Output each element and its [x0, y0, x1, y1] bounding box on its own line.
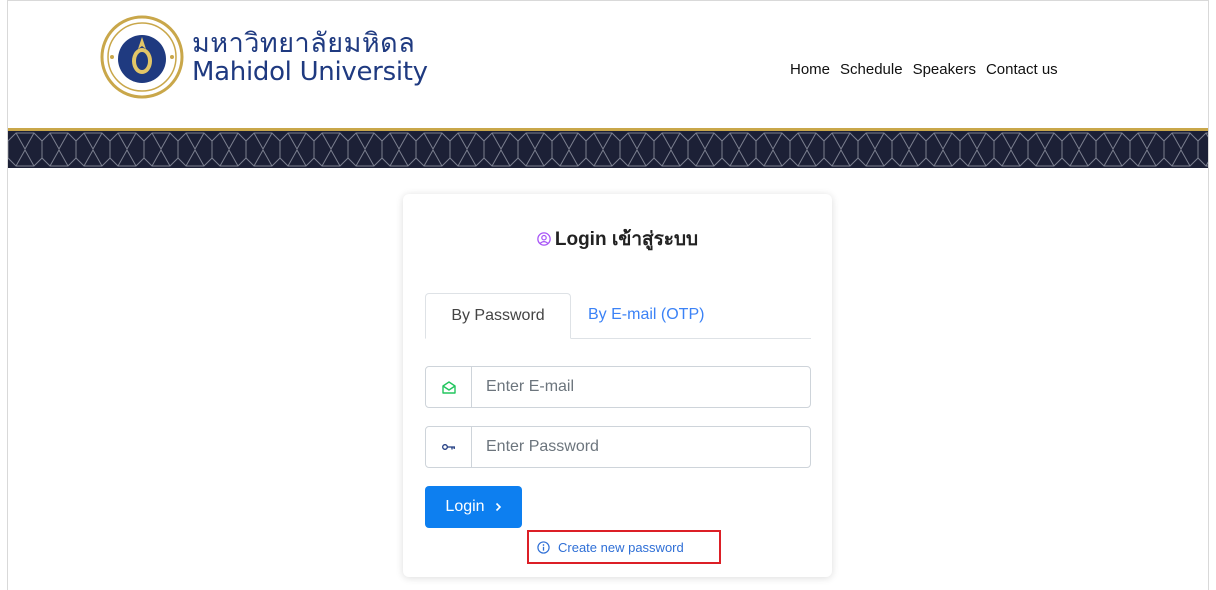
tab-by-password[interactable]: By Password [425, 293, 571, 339]
login-title: Login เข้าสู่ระบบ [403, 224, 832, 254]
envelope-open-icon [426, 367, 472, 407]
site-header: มหาวิทยาลัยมหิดล Mahidol University Home… [8, 1, 1208, 131]
create-new-password-label: Create new password [558, 539, 684, 555]
login-card: Login เข้าสู่ระบบ By Password By E-mail … [403, 194, 832, 577]
nav-speakers[interactable]: Speakers [913, 61, 976, 78]
main-nav: Home Schedule Speakers Contact us [790, 61, 1068, 78]
nav-contact-us[interactable]: Contact us [986, 61, 1058, 78]
email-field[interactable] [472, 367, 810, 407]
page-frame: มหาวิทยาลัยมหิดล Mahidol University Home… [7, 0, 1209, 590]
email-input-group [425, 366, 811, 408]
decorative-pattern-band [8, 128, 1208, 168]
password-field[interactable] [472, 427, 810, 467]
brand-logo[interactable]: มหาวิทยาลัยมหิดล Mahidol University [100, 15, 428, 99]
tab-by-email-otp[interactable]: By E-mail (OTP) [572, 293, 720, 339]
nav-home[interactable]: Home [790, 61, 830, 78]
login-button[interactable]: Login [425, 486, 522, 528]
info-circle-icon [537, 540, 550, 554]
hexagon-pattern [8, 131, 1208, 168]
brand-name-english: Mahidol University [192, 56, 428, 87]
user-circle-icon [537, 232, 551, 246]
nav-schedule[interactable]: Schedule [840, 61, 903, 78]
login-tabs: By Password By E-mail (OTP) [425, 293, 811, 339]
key-icon [426, 427, 472, 467]
chevron-right-icon [495, 502, 501, 512]
password-input-group [425, 426, 811, 468]
login-button-label: Login [445, 498, 485, 515]
university-seal-icon [100, 15, 184, 99]
create-new-password-link[interactable]: Create new password [527, 530, 721, 564]
brand-name-thai: มหาวิทยาลัยมหิดล [192, 27, 416, 59]
login-title-text: Login เข้าสู่ระบบ [554, 229, 699, 250]
